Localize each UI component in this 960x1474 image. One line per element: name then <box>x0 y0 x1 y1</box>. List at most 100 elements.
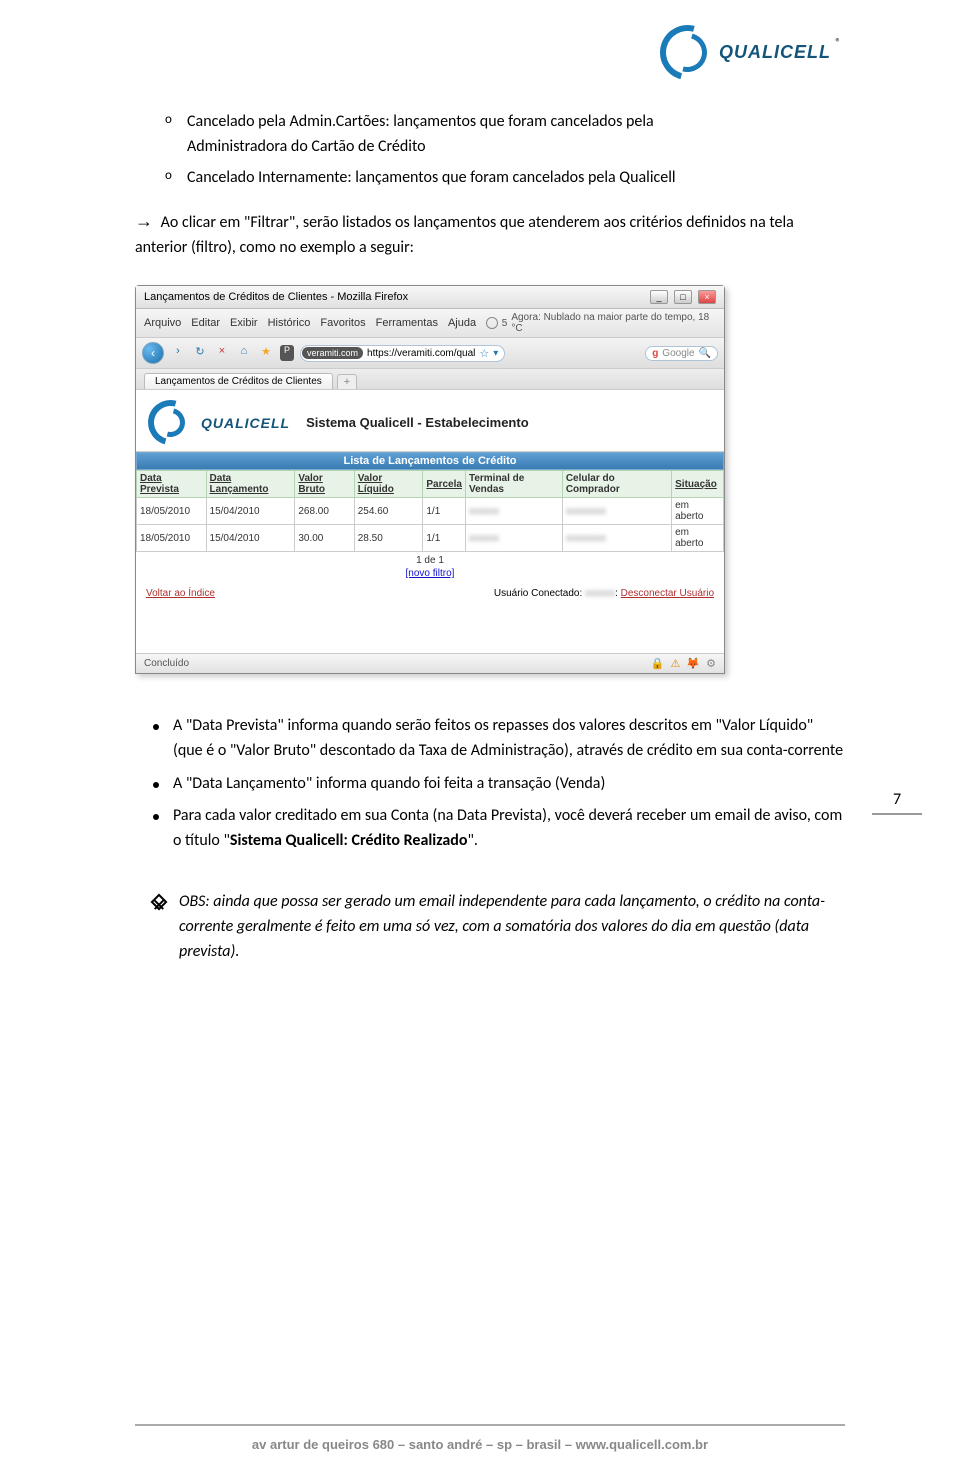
cell: 15/04/2010 <box>206 498 295 525</box>
weather-widget[interactable]: 5 Agora: Nublado na maior parte do tempo… <box>486 312 716 334</box>
favorite-star-icon[interactable]: ☆ <box>479 347 489 360</box>
new-filter-link[interactable]: [novo filtro] <box>136 568 724 579</box>
footer-divider <box>135 1424 845 1426</box>
search-placeholder: Google <box>662 348 694 359</box>
cell: em aberto <box>672 525 724 552</box>
cell: 30.00 <box>295 525 354 552</box>
reload-button[interactable]: ↻ <box>192 345 208 361</box>
stop-button[interactable]: × <box>214 345 230 361</box>
col-valor-bruto[interactable]: Valor Bruto <box>295 471 354 498</box>
status-icons: 🔒 ⚠ 🦊 ⚙ <box>651 657 716 670</box>
list-item-text: Cancelado Internamente: lançamentos que … <box>187 166 676 191</box>
new-tab-button[interactable]: + <box>337 374 357 389</box>
list-item-text: A "Data Prevista" informa quando serão f… <box>173 714 845 764</box>
nav-toolbar: ‹ › ↻ × ⌂ ★ P veramiti.com https://veram… <box>136 338 724 369</box>
status-text: Concluído <box>144 658 189 669</box>
browser-tab[interactable]: Lançamentos de Créditos de Clientes <box>144 373 333 389</box>
footer-links-row: Voltar ao Índice Usuário Conectado: xxxx… <box>136 582 724 613</box>
col-valor-liquido[interactable]: Valor Líquido <box>354 471 423 498</box>
menu-editar[interactable]: Editar <box>191 317 220 329</box>
url-host-badge: veramiti.com <box>302 347 363 359</box>
col-data-lancamento[interactable]: Data Lançamento <box>206 471 295 498</box>
google-icon: g <box>652 348 658 359</box>
page-number-underline <box>872 813 922 815</box>
menu-arquivo[interactable]: Arquivo <box>144 317 181 329</box>
list-item: o Cancelado pela Admin.Cartões: lançamen… <box>165 110 845 160</box>
menu-historico[interactable]: Histórico <box>268 317 311 329</box>
tab-bar: Lançamentos de Créditos de Clientes + <box>136 369 724 390</box>
window-title: Lançamentos de Créditos de Clientes - Mo… <box>144 291 408 303</box>
paragraph-text: Ao clicar em "Filtrar", serão listados o… <box>135 213 794 257</box>
bookmark-button[interactable]: ★ <box>258 345 274 361</box>
cell: xxxxxxxx <box>562 525 671 552</box>
close-button[interactable]: × <box>698 290 716 304</box>
footer-text: av artur de queiros 680 – santo andré – … <box>0 1437 960 1452</box>
obs-note: OBS: ainda que possa ser gerado um email… <box>135 890 845 964</box>
cell: xxxxxx <box>465 498 562 525</box>
pager-text: 1 de 1 <box>416 555 444 566</box>
list-item-text: Administradora do Cartão de Crédito <box>187 137 426 156</box>
window-titlebar: Lançamentos de Créditos de Clientes - Mo… <box>136 286 724 309</box>
search-bar[interactable]: g Google 🔍 <box>645 346 718 361</box>
firefox-icon: 🦊 <box>686 657 700 670</box>
arrow-icon: → <box>135 211 153 231</box>
swirl-icon <box>148 400 193 445</box>
col-situacao[interactable]: Situação <box>672 471 724 498</box>
pager: 1 de 1 [novo filtro] <box>136 552 724 582</box>
circle-bullet-icon: o <box>165 166 187 186</box>
cell: xxxxxxxx <box>562 498 671 525</box>
browser-window: Lançamentos de Créditos de Clientes - Mo… <box>135 285 725 674</box>
back-button[interactable]: ‹ <box>142 342 164 364</box>
app-header: QUALICELL Sistema Qualicell - Estabeleci… <box>136 390 724 452</box>
maximize-button[interactable]: □ <box>674 290 692 304</box>
home-button[interactable]: ⌂ <box>236 345 252 361</box>
cell: em aberto <box>672 498 724 525</box>
weather-num: 5 <box>502 318 508 329</box>
swirl-icon <box>660 25 715 80</box>
gear-icon[interactable]: ⚙ <box>706 657 716 670</box>
menu-ferramentas[interactable]: Ferramentas <box>376 317 438 329</box>
disconnect-link[interactable]: Desconectar Usuário <box>621 588 714 599</box>
list-item: o Cancelado Internamente: lançamentos qu… <box>165 166 845 191</box>
dropdown-icon[interactable]: ▾ <box>493 348 498 359</box>
brand-name: QUALICELL <box>719 42 831 62</box>
address-bar[interactable]: veramiti.com https://veramiti.com/qual ☆… <box>300 345 505 362</box>
list-item: A "Data Lançamento" informa quando foi f… <box>135 772 845 797</box>
cell: 268.00 <box>295 498 354 525</box>
search-icon[interactable]: 🔍 <box>699 348 711 359</box>
list-item-text: Cancelado pela Admin.Cartões: lançamento… <box>187 112 654 131</box>
cell: 18/05/2010 <box>137 498 207 525</box>
minimize-button[interactable]: _ <box>650 290 668 304</box>
connected-user: Usuário Conectado: xxxxxx: Desconectar U… <box>494 588 714 599</box>
table-title: Lista de Lançamentos de Crédito <box>136 452 724 470</box>
bullet-icon <box>153 724 159 730</box>
pocket-button[interactable]: P <box>280 345 294 361</box>
bullet-icon <box>153 782 159 788</box>
cell: xxxxxx <box>465 525 562 552</box>
brand-name-small: QUALICELL <box>201 415 290 431</box>
cell: 254.60 <box>354 498 423 525</box>
registered-mark: ® <box>835 36 841 49</box>
forward-button[interactable]: › <box>170 345 186 361</box>
col-data-prevista[interactable]: Data Prevista <box>137 471 207 498</box>
clock-icon <box>486 317 498 329</box>
table-row: 18/05/2010 15/04/2010 30.00 28.50 1/1 xx… <box>137 525 724 552</box>
window-controls: _ □ × <box>650 290 716 304</box>
status-list: o Cancelado pela Admin.Cartões: lançamen… <box>165 110 845 190</box>
list-item-text: Para cada valor creditado em sua Conta (… <box>173 804 845 854</box>
page-content: QUALICELL Sistema Qualicell - Estabeleci… <box>136 390 724 653</box>
back-to-index-link[interactable]: Voltar ao Índice <box>146 588 215 599</box>
obs-text: OBS: ainda que possa ser gerado um email… <box>179 890 845 964</box>
bullet-icon <box>153 814 159 820</box>
credits-table: Data Prevista Data Lançamento Valor Brut… <box>136 470 724 552</box>
menu-favoritos[interactable]: Favoritos <box>320 317 365 329</box>
cell: 1/1 <box>423 525 466 552</box>
list-item: Para cada valor creditado em sua Conta (… <box>135 804 845 854</box>
url-path: https://veramiti.com/qual <box>367 348 475 359</box>
brand-logo-header: QUALICELL ® <box>660 22 850 82</box>
menu-exibir[interactable]: Exibir <box>230 317 258 329</box>
col-parcela[interactable]: Parcela <box>423 471 466 498</box>
table-row: 18/05/2010 15/04/2010 268.00 254.60 1/1 … <box>137 498 724 525</box>
col-celular: Celular do Comprador <box>562 471 671 498</box>
menu-ajuda[interactable]: Ajuda <box>448 317 476 329</box>
